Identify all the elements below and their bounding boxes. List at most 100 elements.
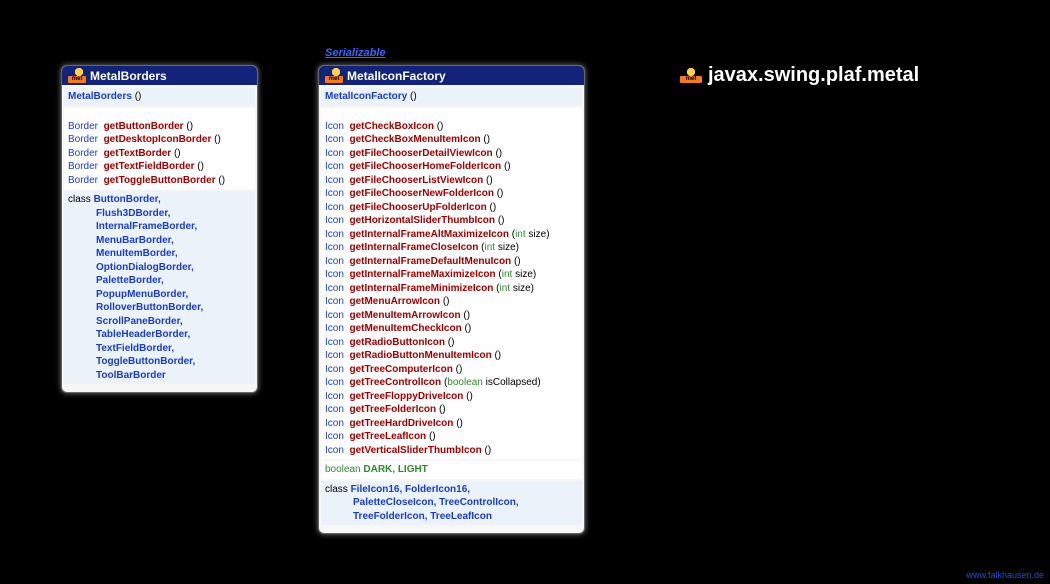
inner-class[interactable]: FileIcon16, FolderIcon16, xyxy=(351,484,470,495)
return-type[interactable]: Border xyxy=(68,134,98,145)
method-name[interactable]: getDesktopIconBorder xyxy=(104,134,212,145)
method-name[interactable]: getInternalFrameDefaultMenuIcon xyxy=(349,256,511,267)
inner-class[interactable]: PopupMenuBorder, xyxy=(68,288,251,302)
method-row: Icon getFileChooserNewFolderIcon () xyxy=(325,187,578,201)
return-type[interactable]: Icon xyxy=(325,337,344,348)
method-name[interactable]: getTreeFolderIcon xyxy=(349,404,436,415)
return-type[interactable]: Icon xyxy=(325,377,344,388)
method-row: Icon getFileChooserUpFolderIcon () xyxy=(325,201,578,215)
method-row: Icon getInternalFrameMaximizeIcon (int s… xyxy=(325,268,578,282)
inner-class[interactable]: MenuBarBorder, xyxy=(68,234,251,248)
return-type[interactable]: Icon xyxy=(325,323,344,334)
inner-class[interactable]: Flush3DBorder, xyxy=(68,207,251,221)
class-box-metaliconfactory: met MetalIconFactory MetalIconFactory ()… xyxy=(318,65,585,534)
method-name[interactable]: getInternalFrameAltMaximizeIcon xyxy=(349,229,508,240)
credit-link[interactable]: www.falkhausen.de xyxy=(966,570,1044,580)
method-name[interactable]: getFileChooserUpFolderIcon xyxy=(349,202,486,213)
method-row: Icon getTreeFloppyDriveIcon () xyxy=(325,390,578,404)
inner-class[interactable]: ToggleButtonBorder, xyxy=(68,355,251,369)
method-row: Icon getMenuArrowIcon () xyxy=(325,295,578,309)
method-name[interactable]: getTreeComputerIcon xyxy=(349,364,452,375)
return-type[interactable]: Icon xyxy=(325,350,344,361)
method-row: Icon getMenuItemCheckIcon () xyxy=(325,322,578,336)
method-name[interactable]: getTextBorder xyxy=(104,148,172,159)
class-icon: met xyxy=(325,68,343,83)
return-type[interactable]: Icon xyxy=(325,161,344,172)
method-name[interactable]: getHorizontalSliderThumbIcon xyxy=(349,215,495,226)
method-name[interactable]: getFileChooserNewFolderIcon xyxy=(349,188,493,199)
method-name[interactable]: getCheckBoxMenuItemIcon xyxy=(349,134,480,145)
method-name[interactable]: getInternalFrameCloseIcon xyxy=(349,242,478,253)
package-icon: met xyxy=(680,68,702,83)
method-name[interactable]: getButtonBorder xyxy=(104,121,184,132)
method-name[interactable]: getFileChooserDetailViewIcon xyxy=(349,148,492,159)
method-name[interactable]: getToggleButtonBorder xyxy=(104,175,216,186)
inner-class[interactable]: OptionDialogBorder, xyxy=(68,261,251,275)
return-type[interactable]: Border xyxy=(68,161,98,172)
inner-class[interactable]: TableHeaderBorder, xyxy=(68,328,251,342)
inner-class[interactable]: MenuItemBorder, xyxy=(68,247,251,261)
return-type[interactable]: Icon xyxy=(325,242,344,253)
method-row: Icon getTreeFolderIcon () xyxy=(325,403,578,417)
inner-class[interactable]: ToolBarBorder xyxy=(68,369,251,383)
methods: Border getButtonBorder ()Border getDeskt… xyxy=(64,108,255,190)
method-row: Icon getInternalFrameMinimizeIcon (int s… xyxy=(325,282,578,296)
method-name[interactable]: getMenuItemCheckIcon xyxy=(349,323,461,334)
return-type[interactable]: Icon xyxy=(325,215,344,226)
method-name[interactable]: getTreeLeafIcon xyxy=(349,431,426,442)
return-type[interactable]: Icon xyxy=(325,431,344,442)
return-type[interactable]: Icon xyxy=(325,296,344,307)
method-name[interactable]: getFileChooserListViewIcon xyxy=(349,175,483,186)
method-name[interactable]: getTreeHardDriveIcon xyxy=(349,418,453,429)
inner-class[interactable]: RolloverButtonBorder, xyxy=(68,301,251,315)
return-type[interactable]: Icon xyxy=(325,121,344,132)
inner-class[interactable]: TextFieldBorder, xyxy=(68,342,251,356)
inner-class[interactable]: ButtonBorder, xyxy=(94,194,161,205)
return-type[interactable]: Icon xyxy=(325,229,344,240)
return-type[interactable]: Icon xyxy=(325,134,344,145)
return-type[interactable]: Icon xyxy=(325,283,344,294)
return-type[interactable]: Icon xyxy=(325,418,344,429)
return-type[interactable]: Icon xyxy=(325,148,344,159)
method-row: Icon getFileChooserDetailViewIcon () xyxy=(325,147,578,161)
inner-class[interactable]: ScrollPaneBorder, xyxy=(68,315,251,329)
inner-class[interactable]: InternalFrameBorder, xyxy=(68,220,251,234)
return-type[interactable]: Icon xyxy=(325,256,344,267)
return-type[interactable]: Icon xyxy=(325,391,344,402)
method-row: Icon getCheckBoxIcon () xyxy=(325,120,578,134)
method-name[interactable]: getFileChooserHomeFolderIcon xyxy=(349,161,501,172)
return-type[interactable]: Border xyxy=(68,148,98,159)
return-type[interactable]: Icon xyxy=(325,269,344,280)
methods: Icon getCheckBoxIcon ()Icon getCheckBoxM… xyxy=(321,108,582,460)
method-row: Icon getVerticalSliderThumbIcon () xyxy=(325,444,578,458)
inner-class[interactable]: TreeFolderIcon, TreeLeafIcon xyxy=(325,510,578,524)
method-name[interactable]: getVerticalSliderThumbIcon xyxy=(349,445,481,456)
inner-classes: class FileIcon16, FolderIcon16,PaletteCl… xyxy=(321,481,582,526)
return-type[interactable]: Icon xyxy=(325,188,344,199)
method-name[interactable]: getMenuItemArrowIcon xyxy=(349,310,460,321)
method-name[interactable]: getInternalFrameMaximizeIcon xyxy=(349,269,495,280)
return-type[interactable]: Border xyxy=(68,175,98,186)
method-name[interactable]: getRadioButtonIcon xyxy=(349,337,445,348)
inner-class[interactable]: PaletteBorder, xyxy=(68,274,251,288)
class-title: MetalIconFactory xyxy=(347,69,446,83)
method-name[interactable]: getMenuArrowIcon xyxy=(349,296,440,307)
return-type[interactable]: Icon xyxy=(325,445,344,456)
return-type[interactable]: Icon xyxy=(325,364,344,375)
return-type[interactable]: Icon xyxy=(325,175,344,186)
method-name[interactable]: getCheckBoxIcon xyxy=(349,121,433,132)
method-row: Border getButtonBorder () xyxy=(68,120,251,134)
method-name[interactable]: getRadioButtonMenuItemIcon xyxy=(349,350,491,361)
implements-link[interactable]: Serializable xyxy=(325,47,386,59)
return-type[interactable]: Icon xyxy=(325,404,344,415)
return-type[interactable]: Border xyxy=(68,121,98,132)
method-row: Icon getTreeLeafIcon () xyxy=(325,430,578,444)
method-name[interactable]: getTextFieldBorder xyxy=(104,161,195,172)
method-row: Border getTextBorder () xyxy=(68,147,251,161)
method-name[interactable]: getTreeControlIcon xyxy=(349,377,441,388)
inner-class[interactable]: PaletteCloseIcon, TreeControlIcon, xyxy=(325,496,578,510)
method-name[interactable]: getInternalFrameMinimizeIcon xyxy=(349,283,493,294)
return-type[interactable]: Icon xyxy=(325,202,344,213)
method-name[interactable]: getTreeFloppyDriveIcon xyxy=(349,391,463,402)
return-type[interactable]: Icon xyxy=(325,310,344,321)
